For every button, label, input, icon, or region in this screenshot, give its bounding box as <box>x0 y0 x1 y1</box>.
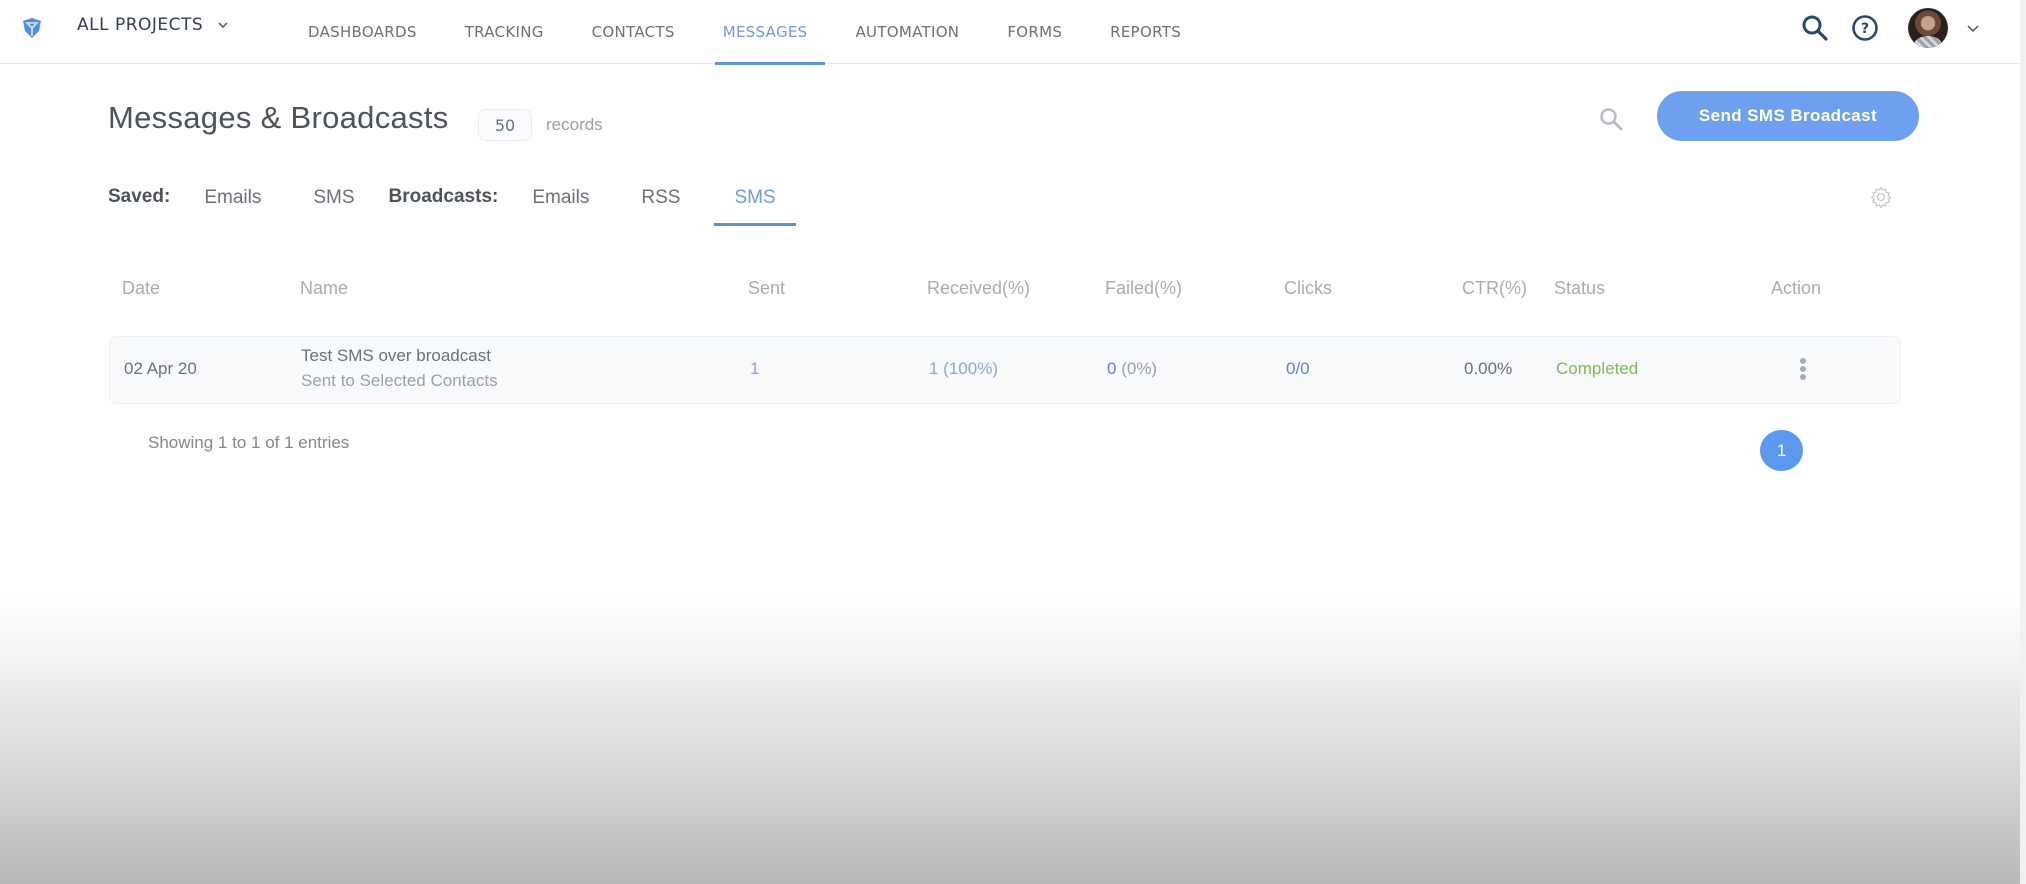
nav-tracking[interactable]: TRACKING <box>447 0 562 64</box>
col-clicks[interactable]: Clicks <box>1284 278 1332 299</box>
top-navigation-bar: ALL PROJECTS DASHBOARDS TRACKING CONTACT… <box>0 0 2020 65</box>
col-date[interactable]: Date <box>122 278 160 299</box>
send-sms-broadcast-button[interactable]: Send SMS Broadcast <box>1657 91 1919 141</box>
col-ctr[interactable]: CTR(%) <box>1462 278 1527 299</box>
row-clicks[interactable]: 0/0 <box>1286 359 1310 379</box>
user-avatar[interactable] <box>1908 8 1948 48</box>
chevron-down-icon[interactable] <box>1966 21 1980 35</box>
nav-automation[interactable]: AUTOMATION <box>837 0 977 64</box>
tab-broadcast-rss[interactable]: RSS <box>641 182 700 226</box>
broadcasts-group-label: Broadcasts: <box>388 186 499 207</box>
status-badge: Completed <box>1556 359 1639 378</box>
tab-broadcast-sms[interactable]: SMS <box>714 182 796 226</box>
entries-info: Showing 1 to 1 of 1 entries <box>148 433 350 452</box>
record-count-badge: 50 <box>478 109 532 141</box>
row-name[interactable]: Test SMS over broadcast <box>301 346 491 366</box>
page-title: Messages & Broadcasts <box>108 100 449 135</box>
tab-broadcast-emails[interactable]: Emails <box>532 182 609 226</box>
top-right-actions: ? <box>1800 8 1980 48</box>
project-switcher-label: ALL PROJECTS <box>77 15 204 35</box>
col-name[interactable]: Name <box>300 278 348 299</box>
svg-text:?: ? <box>1861 21 1869 37</box>
row-failed-pct: (0%) <box>1121 359 1158 378</box>
row-subtitle: Sent to Selected Contacts <box>301 371 498 390</box>
page-scrollbar[interactable] <box>2020 0 2026 884</box>
row-failed-count: 0 <box>1107 359 1117 378</box>
help-icon[interactable]: ? <box>1850 13 1880 43</box>
col-status[interactable]: Status <box>1554 278 1605 299</box>
nav-dashboards[interactable]: DASHBOARDS <box>290 0 435 64</box>
message-type-tabs: Saved: Emails SMS Broadcasts: Emails RSS… <box>108 182 796 226</box>
nav-messages[interactable]: MESSAGES <box>705 0 826 65</box>
nav-reports[interactable]: REPORTS <box>1092 0 1199 64</box>
chevron-down-icon <box>218 22 228 29</box>
row-failed[interactable]: 0 (0%) <box>1107 359 1157 379</box>
bottom-fade-overlay <box>0 590 2020 884</box>
col-sent[interactable]: Sent <box>748 278 785 299</box>
records-label: records <box>546 115 603 134</box>
row-sent[interactable]: 1 <box>750 359 759 379</box>
nav-contacts[interactable]: CONTACTS <box>574 0 693 64</box>
main-nav: DASHBOARDS TRACKING CONTACTS MESSAGES AU… <box>290 0 1211 65</box>
search-icon[interactable] <box>1598 106 1624 132</box>
tab-saved-emails[interactable]: Emails <box>204 182 281 226</box>
project-switcher[interactable]: ALL PROJECTS <box>77 15 229 35</box>
col-failed[interactable]: Failed(%) <box>1105 278 1182 299</box>
row-date: 02 Apr 20 <box>124 359 197 378</box>
table-row[interactable]: 02 Apr 20 Test SMS over broadcast Sent t… <box>109 336 1901 404</box>
pagination-page-1[interactable]: 1 <box>1760 430 1803 471</box>
row-ctr: 0.00% <box>1464 359 1513 378</box>
more-options-icon[interactable] <box>1796 356 1810 386</box>
gear-icon[interactable] <box>1869 185 1893 209</box>
app-logo-icon[interactable] <box>20 16 44 40</box>
table-header: Date Name Sent Received(%) Failed(%) Cli… <box>110 278 1900 302</box>
col-action: Action <box>1771 278 1822 298</box>
nav-forms[interactable]: FORMS <box>989 0 1080 64</box>
tab-saved-sms[interactable]: SMS <box>313 182 374 226</box>
saved-group-label: Saved: <box>108 186 171 207</box>
col-received[interactable]: Received(%) <box>927 278 1030 299</box>
row-received[interactable]: 1 (100%) <box>929 359 998 379</box>
search-icon[interactable] <box>1800 13 1830 43</box>
